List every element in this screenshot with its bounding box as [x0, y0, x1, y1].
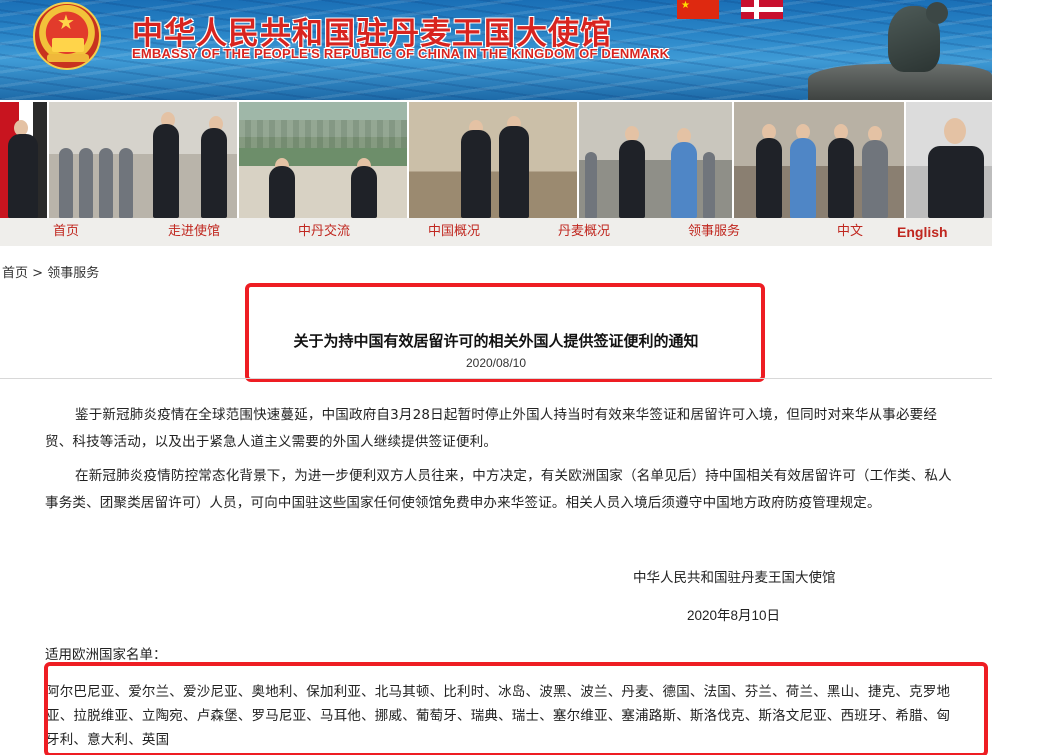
article-paragraph-1: 鉴于新冠肺炎疫情在全球范围快速蔓延，中国政府自3月28日起暂时停止外国人持当时有…	[45, 407, 938, 450]
signature-date: 2020年8月10日	[687, 608, 781, 623]
nav-item-china-denmark-exchange[interactable]: 中丹交流	[298, 218, 350, 246]
denmark-flag-icon[interactable]	[741, 0, 783, 19]
nav-item-denmark-overview[interactable]: 丹麦概况	[558, 218, 610, 246]
nav-item-chinese[interactable]: 中文	[837, 218, 863, 246]
nav-item-english[interactable]: English	[897, 218, 948, 246]
site-banner: ★ 中华人民共和国驻丹麦王国大使馆 EMBASSY OF THE PEOPLE'…	[0, 0, 992, 100]
photo-welcome-ceremony	[579, 102, 732, 218]
national-emblem-icon[interactable]: ★	[33, 2, 101, 70]
nav-item-about-embassy[interactable]: 走进使馆	[168, 218, 220, 246]
divider	[0, 378, 992, 379]
photo-honor-guard	[49, 102, 237, 218]
statue-head	[926, 2, 948, 24]
main-nav: 首页 走进使馆 中丹交流 中国概况 丹麦概况 领事服务 中文 English	[0, 218, 992, 246]
breadcrumb-separator: >	[28, 266, 48, 281]
photo-handshake	[409, 102, 577, 218]
article-paragraph-2: 在新冠肺炎疫情防控常态化背景下，为进一步便利双方人员往来，中方决定，有关欧洲国家…	[45, 468, 952, 511]
country-list-highlight-box	[44, 662, 988, 755]
photo-leader-flags	[0, 102, 47, 218]
breadcrumb-home-link[interactable]: 首页	[2, 266, 28, 281]
photo-meeting-great-wall	[239, 102, 407, 218]
country-list-label: 适用欧洲国家名单：	[45, 647, 167, 663]
photo-portrait	[906, 102, 992, 218]
breadcrumb: 首页 > 领事服务	[2, 262, 99, 281]
photo-royal-reception	[734, 102, 904, 218]
nav-item-consular-services[interactable]: 领事服务	[688, 218, 740, 246]
china-flag-icon[interactable]: ★	[677, 0, 719, 19]
title-highlight-box	[245, 283, 765, 382]
nav-item-home[interactable]: 首页	[53, 218, 79, 246]
site-title-en: EMBASSY OF THE PEOPLE'S REPUBLIC OF CHIN…	[132, 46, 670, 61]
photo-strip	[0, 102, 992, 218]
signature-organization: 中华人民共和国驻丹麦王国大使馆	[633, 570, 836, 586]
breadcrumb-current-link[interactable]: 领事服务	[47, 266, 99, 281]
nav-item-china-overview[interactable]: 中国概况	[428, 218, 480, 246]
